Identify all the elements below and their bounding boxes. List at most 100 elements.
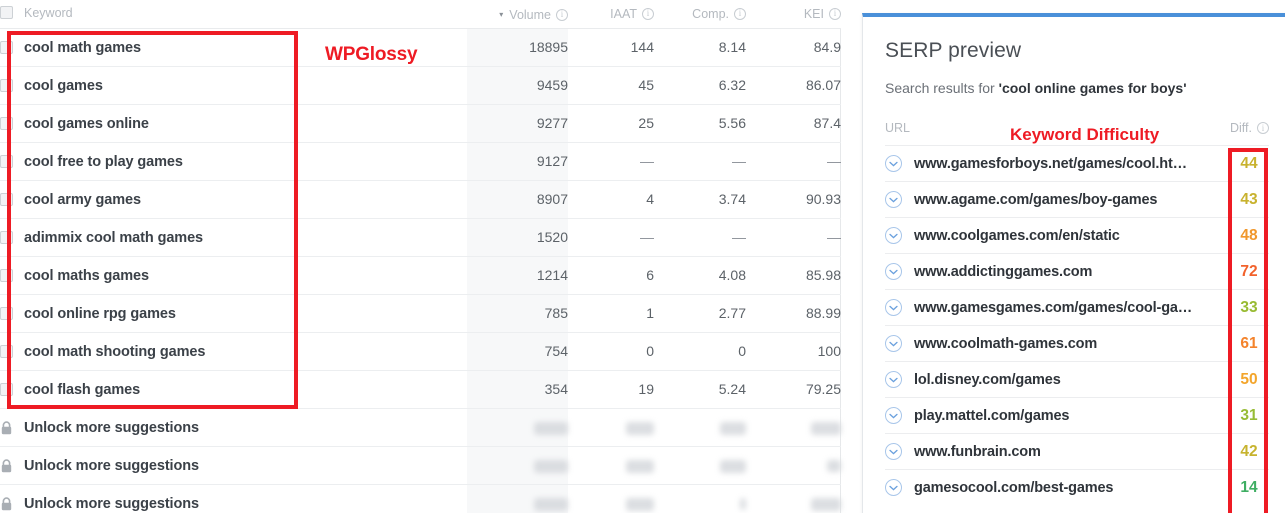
serp-result-row[interactable]: gamesocool.com/best-games 14: [885, 469, 1269, 505]
keyword-cell[interactable]: cool online rpg games: [0, 294, 467, 333]
serp-result-row[interactable]: www.coolmath-games.com 61: [885, 325, 1269, 361]
row-checkbox[interactable]: [0, 79, 13, 93]
chevron-down-circle-icon[interactable]: [885, 227, 902, 244]
volume-cell: 9127: [467, 142, 568, 181]
serp-result-row[interactable]: www.addictinggames.com 72: [885, 253, 1269, 289]
table-row[interactable]: cool math shooting games 754 0 0 100: [0, 332, 841, 371]
volume-cell: 785: [467, 294, 568, 333]
serp-result-url[interactable]: www.coolmath-games.com: [914, 336, 1229, 352]
metric-value: 87.4: [813, 115, 841, 131]
row-checkbox[interactable]: [0, 155, 13, 169]
serp-result-row[interactable]: www.agame.com/games/boy-games 43: [885, 181, 1269, 217]
chevron-down-circle-icon[interactable]: [885, 443, 902, 460]
keyword-cell[interactable]: Unlock more suggestions: [0, 446, 467, 485]
serp-result-url[interactable]: lol.disney.com/games: [914, 372, 1229, 388]
table-row[interactable]: cool online rpg games 785 1 2.77 88.99: [0, 294, 841, 333]
serp-result-url[interactable]: www.gamesforboys.net/games/cool.ht…: [914, 156, 1229, 172]
iaat-cell: 1: [568, 294, 654, 333]
chevron-down-circle-icon[interactable]: [885, 191, 902, 208]
row-checkbox[interactable]: [0, 307, 13, 321]
column-header-keyword[interactable]: Keyword: [0, 0, 467, 29]
column-header-kei[interactable]: KEI i: [746, 0, 841, 29]
metric-value: 8.14: [718, 39, 746, 55]
serp-result-url[interactable]: www.agame.com/games/boy-games: [914, 192, 1229, 208]
row-checkbox[interactable]: [0, 41, 13, 55]
table-row[interactable]: cool maths games 1214 6 4.08 85.98: [0, 256, 841, 295]
serp-preview-subtitle: Search results for 'cool online games fo…: [885, 80, 1285, 96]
serp-result-row[interactable]: www.coolgames.com/en/static 48: [885, 217, 1269, 253]
table-row[interactable]: cool army games 8907 4 3.74 90.93: [0, 180, 841, 219]
serp-table-header: URL Diff. i: [885, 117, 1269, 139]
kei-cell: [746, 446, 841, 485]
chevron-down-circle-icon[interactable]: [885, 407, 902, 424]
serp-result-url[interactable]: gamesocool.com/best-games: [914, 480, 1229, 496]
volume-cell: [467, 408, 568, 447]
serp-result-url[interactable]: www.addictinggames.com: [914, 264, 1229, 280]
row-checkbox[interactable]: [0, 383, 13, 397]
row-checkbox[interactable]: [0, 231, 13, 245]
info-icon[interactable]: i: [829, 7, 841, 20]
serp-result-url[interactable]: www.funbrain.com: [914, 444, 1229, 460]
chevron-down-circle-icon[interactable]: [885, 479, 902, 496]
comp-cell: [654, 408, 746, 447]
row-checkbox[interactable]: [0, 345, 13, 359]
column-header-iaat[interactable]: IAAT i: [568, 0, 654, 29]
row-checkbox[interactable]: [0, 117, 13, 131]
keyword-cell[interactable]: cool math shooting games: [0, 332, 467, 371]
serp-result-url[interactable]: www.coolgames.com/en/static: [914, 228, 1229, 244]
keyword-cell[interactable]: cool maths games: [0, 256, 467, 295]
comp-cell: 2.77: [654, 294, 746, 333]
metric-value: 100: [817, 343, 841, 359]
table-row[interactable]: Unlock more suggestions: [0, 408, 841, 447]
serp-result-url[interactable]: www.gamesgames.com/games/cool-ga…: [914, 300, 1229, 316]
serp-result-row[interactable]: lol.disney.com/games 50: [885, 361, 1269, 397]
info-icon[interactable]: i: [1257, 122, 1269, 134]
row-checkbox[interactable]: [0, 193, 13, 207]
keyword-cell[interactable]: cool games online: [0, 104, 467, 143]
table-row[interactable]: cool games 9459 45 6.32 86.07: [0, 66, 841, 105]
chevron-down-circle-icon[interactable]: [885, 263, 902, 280]
table-row[interactable]: cool free to play games 9127 — — —: [0, 142, 841, 181]
keyword-cell[interactable]: cool army games: [0, 180, 467, 219]
metric-value: —: [827, 229, 841, 245]
metric-value: 785: [544, 305, 568, 321]
serp-result-url[interactable]: play.mattel.com/games: [914, 408, 1229, 424]
info-icon[interactable]: i: [556, 8, 568, 21]
table-row[interactable]: adimmix cool math games 1520 — — —: [0, 218, 841, 257]
locked-value-placeholder: [534, 421, 568, 435]
keyword-cell[interactable]: cool flash games: [0, 370, 467, 409]
table-row[interactable]: cool games online 9277 25 5.56 87.4: [0, 104, 841, 143]
metric-value: 9127: [536, 153, 568, 169]
chevron-down-circle-icon[interactable]: [885, 155, 902, 172]
select-all-checkbox[interactable]: [0, 6, 13, 19]
table-row[interactable]: Unlock more suggestions: [0, 446, 841, 485]
keyword-cell[interactable]: cool free to play games: [0, 142, 467, 181]
column-header-volume[interactable]: ▾ Volume i: [467, 0, 568, 29]
info-icon[interactable]: i: [734, 7, 746, 20]
serp-result-difficulty: 72: [1240, 262, 1258, 280]
table-row[interactable]: cool flash games 354 19 5.24 79.25: [0, 370, 841, 409]
serp-result-row[interactable]: play.mattel.com/games 31: [885, 397, 1269, 433]
column-header-comp[interactable]: Comp. i: [654, 0, 746, 29]
column-header-kei-label: KEI: [803, 6, 824, 21]
chevron-down-circle-icon[interactable]: [885, 335, 902, 352]
row-checkbox[interactable]: [0, 269, 13, 283]
column-header-volume-label: Volume: [509, 7, 551, 22]
serp-result-row[interactable]: www.gamesforboys.net/games/cool.ht… 44: [885, 145, 1269, 181]
keyword-cell[interactable]: Unlock more suggestions: [0, 408, 467, 447]
chevron-down-circle-icon[interactable]: [885, 371, 902, 388]
keyword-cell[interactable]: adimmix cool math games: [0, 218, 467, 257]
chevron-down-circle-icon[interactable]: [885, 299, 902, 316]
table-row[interactable]: Unlock more suggestions: [0, 484, 841, 513]
serp-column-header-diff[interactable]: Diff. i: [1230, 121, 1269, 135]
serp-result-row[interactable]: www.funbrain.com 42: [885, 433, 1269, 469]
kei-cell: 100: [746, 332, 841, 371]
keyword-cell[interactable]: cool math games: [0, 28, 467, 67]
keyword-cell[interactable]: Unlock more suggestions: [0, 484, 467, 513]
table-row[interactable]: cool math games 18895 144 8.14 84.9: [0, 28, 841, 67]
iaat-cell: —: [568, 142, 654, 181]
info-icon[interactable]: i: [642, 7, 654, 20]
serp-result-row[interactable]: www.gamesgames.com/games/cool-ga… 33: [885, 289, 1269, 325]
keyword-cell[interactable]: cool games: [0, 66, 467, 105]
iaat-cell: [568, 484, 654, 513]
